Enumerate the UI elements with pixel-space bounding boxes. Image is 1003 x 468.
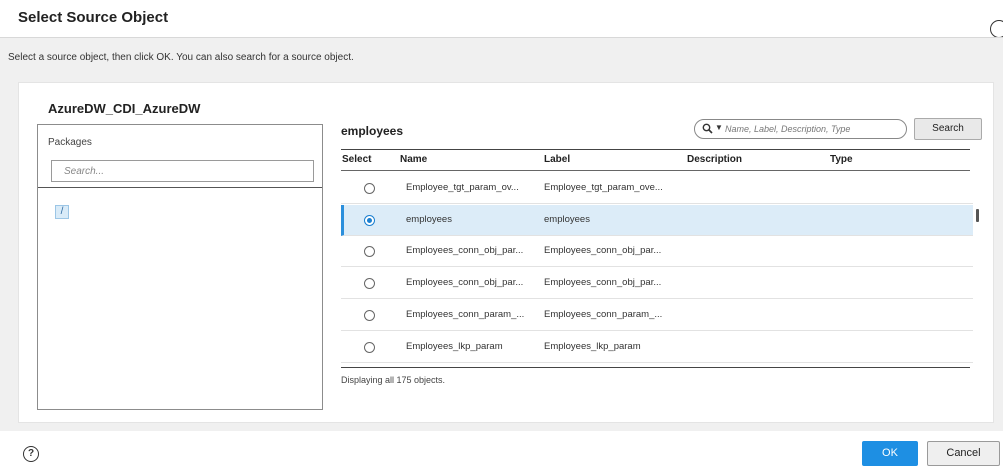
table-row[interactable]: Employees_conn_obj_par... Employees_conn… xyxy=(341,236,973,267)
column-header-description[interactable]: Description xyxy=(687,154,742,165)
row-radio[interactable] xyxy=(364,278,375,289)
table-row-selected[interactable]: employees employees xyxy=(341,205,973,236)
packages-divider xyxy=(38,187,322,188)
row-label: Employees_lkp_param xyxy=(544,341,641,352)
cancel-button[interactable]: Cancel xyxy=(927,441,1000,466)
row-name: Employees_conn_obj_par... xyxy=(406,277,524,288)
search-icon xyxy=(702,123,713,134)
row-label: employees xyxy=(544,214,590,225)
table-scrollbar[interactable] xyxy=(976,209,979,222)
column-header-label[interactable]: Label xyxy=(544,154,570,165)
search-filter-dropdown-icon[interactable]: ▼ xyxy=(715,123,723,132)
object-search-box[interactable]: ▼ xyxy=(694,119,907,139)
objects-title: employees xyxy=(341,124,404,138)
row-radio[interactable] xyxy=(364,310,375,321)
object-count-text: Displaying all 175 objects. xyxy=(341,375,446,385)
table-row[interactable]: Employees_conn_obj_par... Employees_conn… xyxy=(341,268,973,299)
connection-name: AzureDW_CDI_AzureDW xyxy=(48,101,201,116)
search-button[interactable]: Search xyxy=(914,118,982,140)
object-search-input[interactable] xyxy=(725,122,900,136)
close-icon[interactable] xyxy=(990,20,1003,38)
row-label: Employees_conn_obj_par... xyxy=(544,245,662,256)
row-radio[interactable] xyxy=(364,246,375,257)
dialog-title: Select Source Object xyxy=(18,9,169,26)
table-bottom-border xyxy=(341,367,970,368)
row-label: Employee_tgt_param_ove... xyxy=(544,182,663,193)
row-radio-selected[interactable] xyxy=(364,215,375,226)
packages-label: Packages xyxy=(48,137,92,148)
packages-search-input[interactable] xyxy=(51,160,314,182)
table-row[interactable]: Employee_tgt_param_ov... Employee_tgt_pa… xyxy=(341,173,973,204)
row-name: Employee_tgt_param_ov... xyxy=(406,182,519,193)
row-label: Employees_conn_param_... xyxy=(544,309,663,320)
table-row[interactable]: Employees_lkp_param Employees_lkp_param xyxy=(341,332,973,363)
row-name: Employees_conn_param_... xyxy=(406,309,525,320)
ok-button[interactable]: OK xyxy=(862,441,918,466)
table-header-border xyxy=(341,170,970,171)
table-header: Select Name Label Description Type xyxy=(341,150,970,170)
row-name: employees xyxy=(406,214,452,225)
row-name: Employees_lkp_param xyxy=(406,341,503,352)
help-icon[interactable]: ? xyxy=(23,446,39,462)
column-header-name[interactable]: Name xyxy=(400,154,427,165)
column-header-type[interactable]: Type xyxy=(830,154,853,165)
row-name: Employees_conn_obj_par... xyxy=(406,245,524,256)
root-folder-icon[interactable]: / xyxy=(55,205,69,219)
row-radio[interactable] xyxy=(364,342,375,353)
instructions-text: Select a source object, then click OK. Y… xyxy=(8,52,354,63)
column-header-select: Select xyxy=(342,154,372,165)
row-label: Employees_conn_obj_par... xyxy=(544,277,662,288)
row-radio[interactable] xyxy=(364,183,375,194)
table-row[interactable]: Employees_conn_param_... Employees_conn_… xyxy=(341,300,973,331)
